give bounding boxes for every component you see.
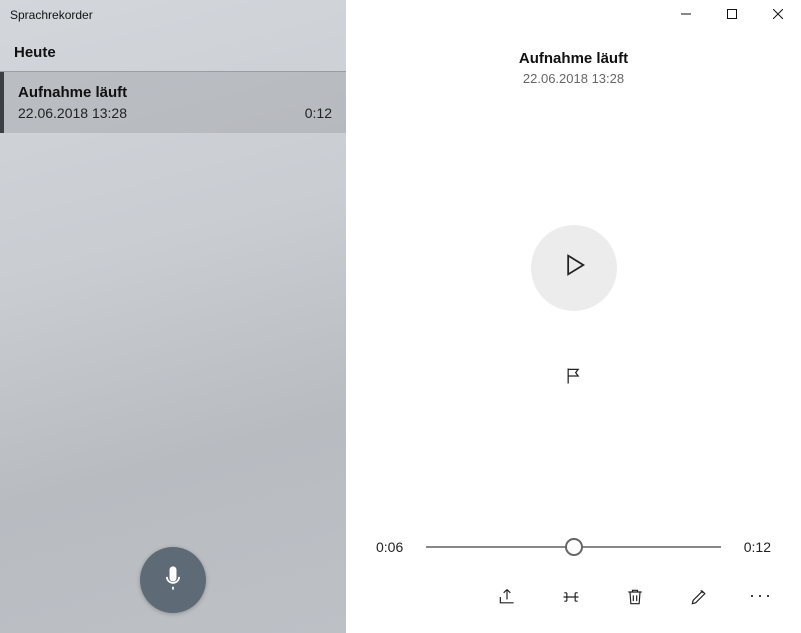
detail-title: Aufnahme läuft bbox=[346, 50, 801, 67]
add-marker-button[interactable] bbox=[554, 359, 594, 399]
delete-button[interactable] bbox=[621, 585, 649, 613]
sidebar: Sprachrekorder Heute Aufnahme läuft 22.0… bbox=[0, 0, 346, 633]
more-icon: ··· bbox=[749, 585, 773, 605]
minimize-button[interactable] bbox=[663, 0, 709, 30]
more-button[interactable]: ··· bbox=[749, 585, 773, 613]
share-icon bbox=[497, 587, 517, 612]
flag-icon bbox=[564, 366, 584, 391]
scrubber-track[interactable] bbox=[426, 537, 721, 557]
scrubber-row: 0:06 0:12 bbox=[346, 537, 801, 557]
minimize-icon bbox=[681, 9, 691, 22]
recording-item-title: Aufnahme läuft bbox=[18, 84, 332, 101]
recording-list-item[interactable]: Aufnahme läuft 22.06.2018 13:28 0:12 bbox=[0, 72, 346, 133]
maximize-icon bbox=[727, 9, 737, 22]
play-area bbox=[346, 86, 801, 537]
action-row: ··· bbox=[346, 573, 801, 633]
pencil-icon bbox=[689, 587, 709, 612]
recording-item-duration: 0:12 bbox=[305, 105, 332, 121]
detail-header: Aufnahme läuft 22.06.2018 13:28 bbox=[346, 50, 801, 86]
app-title: Sprachrekorder bbox=[0, 0, 346, 30]
close-button[interactable] bbox=[755, 0, 801, 30]
trim-button[interactable] bbox=[557, 585, 585, 613]
rename-button[interactable] bbox=[685, 585, 713, 613]
main-panel: Aufnahme läuft 22.06.2018 13:28 0:06 0:1… bbox=[346, 0, 801, 633]
microphone-icon bbox=[159, 564, 187, 597]
trash-icon bbox=[625, 587, 645, 612]
recording-item-datetime: 22.06.2018 13:28 bbox=[18, 105, 127, 121]
maximize-button[interactable] bbox=[709, 0, 755, 30]
play-button[interactable] bbox=[531, 225, 617, 311]
play-icon bbox=[560, 251, 588, 284]
total-time: 0:12 bbox=[735, 539, 771, 555]
trim-icon bbox=[561, 587, 581, 612]
section-header-today: Heute bbox=[0, 30, 346, 72]
record-button[interactable] bbox=[140, 547, 206, 613]
share-button[interactable] bbox=[493, 585, 521, 613]
detail-datetime: 22.06.2018 13:28 bbox=[346, 71, 801, 86]
close-icon bbox=[773, 9, 783, 22]
app-root: Sprachrekorder Heute Aufnahme läuft 22.0… bbox=[0, 0, 801, 633]
scrubber-thumb[interactable] bbox=[565, 538, 583, 556]
current-time: 0:06 bbox=[376, 539, 412, 555]
window-controls bbox=[663, 0, 801, 30]
